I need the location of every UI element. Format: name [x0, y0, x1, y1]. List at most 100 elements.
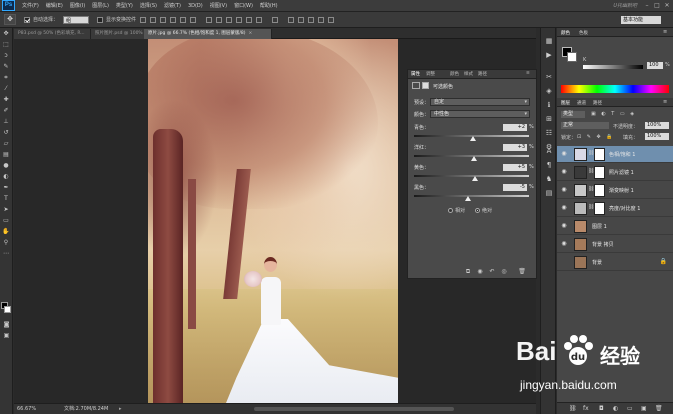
quick-select-tool-icon[interactable]: ✎: [1, 62, 12, 72]
wedding-photo[interactable]: [148, 39, 398, 403]
yellow-value[interactable]: +5: [503, 164, 527, 171]
hand-tool-icon[interactable]: ✋: [1, 227, 12, 237]
status-arrow-icon[interactable]: ▸: [119, 404, 122, 414]
menu-image[interactable]: 图像(I): [70, 2, 85, 9]
menu-edit[interactable]: 编辑(E): [46, 2, 63, 9]
brush-presets-icon[interactable]: ☷: [543, 128, 555, 139]
move-tool-preset-icon[interactable]: ✥: [4, 14, 16, 25]
navigator-icon[interactable]: ◈: [543, 86, 555, 97]
lock-icons[interactable]: ⊡ ✎ ✥ 🔒: [577, 134, 615, 140]
shape-tool-icon[interactable]: ▭: [1, 216, 12, 226]
color-spectrum[interactable]: [561, 85, 669, 93]
panel-menu-icon[interactable]: ≡: [663, 99, 667, 105]
tab-properties[interactable]: 属性: [411, 71, 420, 77]
layer-row[interactable]: ◉ ⛓ 照片滤镜 1: [557, 164, 673, 181]
tab-styles[interactable]: 样式: [464, 71, 473, 77]
align-right-icon[interactable]: [190, 16, 197, 23]
magenta-value[interactable]: +3: [503, 144, 527, 151]
panel-menu-icon[interactable]: ≡: [526, 71, 530, 76]
clip-to-layer-icon[interactable]: ⧉: [464, 268, 472, 275]
tab-paths[interactable]: 路径: [478, 71, 487, 77]
menu-window[interactable]: 窗口(W): [234, 2, 253, 9]
menu-help[interactable]: 帮助(H): [260, 2, 278, 9]
zoom-level[interactable]: 66.67%: [17, 404, 36, 414]
tab-color[interactable]: 颜色: [450, 71, 459, 77]
gradient-tool-icon[interactable]: ▤: [1, 150, 12, 160]
edit-toolbar-icon[interactable]: ⋯: [1, 249, 12, 259]
yellow-slider-thumb[interactable]: [471, 176, 478, 181]
healing-brush-tool-icon[interactable]: ✚: [1, 95, 12, 105]
align-middle-icon[interactable]: [150, 16, 157, 23]
type-tool-icon[interactable]: T: [1, 194, 12, 204]
blend-mode-dropdown[interactable]: 正常: [561, 122, 609, 129]
layer-row[interactable]: 背景 🔒: [557, 254, 673, 271]
history-brush-tool-icon[interactable]: ↺: [1, 128, 12, 138]
show-transform-checkbox[interactable]: [97, 16, 104, 23]
adjustments-dock-icon[interactable]: ⊞: [543, 114, 555, 125]
background-color[interactable]: [567, 52, 577, 62]
align-top-icon[interactable]: [140, 16, 147, 23]
workspace-dropdown[interactable]: 基本功能: [621, 16, 661, 24]
3d-mode-rotate-icon[interactable]: [288, 16, 295, 23]
auto-select-checkbox[interactable]: [24, 16, 30, 23]
eraser-tool-icon[interactable]: ▱: [1, 139, 12, 149]
move-tool-icon[interactable]: ✥: [1, 29, 12, 39]
fill-value[interactable]: 100%: [645, 133, 669, 140]
screen-mode-icon[interactable]: ▣: [1, 331, 12, 341]
black-slider[interactable]: [414, 195, 529, 197]
3d-mode-scale-icon[interactable]: [328, 16, 335, 23]
delete-icon[interactable]: 🗑: [518, 268, 526, 275]
layer-row[interactable]: ◉ 图层 1: [557, 218, 673, 235]
maximize-icon[interactable]: □: [653, 2, 661, 9]
tab-document-1[interactable]: P83.psd @ 50% (色彩填充, R...: [14, 29, 91, 39]
relative-radio[interactable]: [448, 208, 453, 213]
align-left-icon[interactable]: [170, 16, 177, 23]
visibility-icon[interactable]: ◎: [500, 268, 508, 275]
tools-icon[interactable]: ✂: [543, 72, 555, 83]
layer-mask-thumbnail[interactable]: [594, 166, 605, 179]
visibility-eye-icon[interactable]: ◉: [560, 150, 568, 158]
layer-thumbnail[interactable]: [574, 220, 587, 233]
tab-adjustments[interactable]: 调整: [426, 71, 435, 77]
quick-mask-icon[interactable]: ◙: [1, 320, 12, 330]
distribute-center-icon[interactable]: [246, 16, 253, 23]
tab-channels[interactable]: 通道: [577, 100, 586, 106]
visibility-eye-icon[interactable]: ◉: [560, 204, 568, 212]
colors-dropdown[interactable]: 中性色: [430, 110, 530, 118]
distribute-bottom-icon[interactable]: [226, 16, 233, 23]
auto-align-icon[interactable]: [272, 16, 279, 23]
visibility-eye-icon[interactable]: ◉: [560, 168, 568, 176]
layer-thumbnail[interactable]: [574, 184, 587, 197]
visibility-eye-icon[interactable]: [560, 258, 568, 266]
close-icon[interactable]: ✕: [663, 2, 671, 9]
3d-mode-roll-icon[interactable]: [298, 16, 305, 23]
dodge-tool-icon[interactable]: ◐: [1, 172, 12, 182]
tab-color-panel[interactable]: 颜色: [561, 30, 570, 36]
layer-thumbnail[interactable]: [574, 166, 587, 179]
tab-paths-panel[interactable]: 路径: [593, 100, 602, 106]
3d-mode-slide-icon[interactable]: [318, 16, 325, 23]
3d-mode-drag-icon[interactable]: [308, 16, 315, 23]
tab-document-active[interactable]: 原片.jpg @ 66.7% (色相/饱和度 1, 图层蒙版/8) ×: [144, 29, 272, 39]
clone-stamp-tool-icon[interactable]: ⊥: [1, 117, 12, 127]
panel-menu-icon[interactable]: ≡: [663, 29, 667, 35]
layer-thumbnail[interactable]: [574, 202, 587, 215]
zoom-tool-icon[interactable]: ⚲: [1, 238, 12, 248]
history-icon[interactable]: ▦: [543, 36, 555, 47]
layer-mask-thumbnail[interactable]: [594, 184, 605, 197]
visibility-eye-icon[interactable]: ◉: [560, 186, 568, 194]
visibility-eye-icon[interactable]: ◉: [560, 222, 568, 230]
opacity-value[interactable]: 100%: [645, 122, 669, 129]
tab-close-icon[interactable]: ×: [249, 31, 253, 36]
k-slider[interactable]: [583, 65, 643, 69]
preset-dropdown[interactable]: 自定: [430, 98, 530, 106]
menu-view[interactable]: 视图(V): [210, 2, 227, 9]
magenta-slider-thumb[interactable]: [470, 156, 477, 161]
visibility-eye-icon[interactable]: ◉: [560, 240, 568, 248]
tab-layers[interactable]: 图层: [561, 100, 570, 106]
cyan-slider-thumb[interactable]: [469, 136, 476, 141]
black-slider-thumb[interactable]: [465, 196, 472, 201]
cyan-value[interactable]: +2: [503, 124, 527, 131]
menu-filter[interactable]: 滤镜(T): [164, 2, 181, 9]
menu-file[interactable]: 文件(F): [22, 2, 39, 9]
